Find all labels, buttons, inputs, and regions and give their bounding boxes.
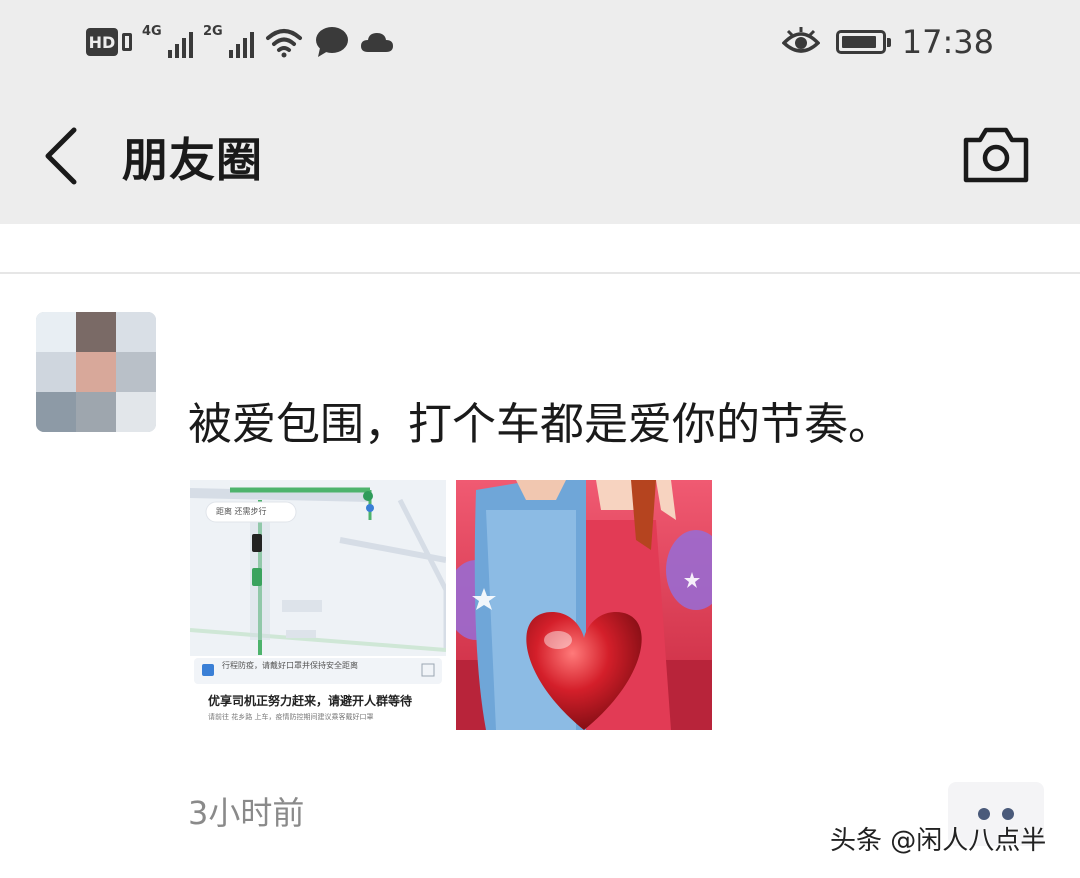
- cloud-icon: [361, 33, 393, 52]
- author-name[interactable]: [180, 320, 380, 376]
- post-image-map[interactable]: 距离 还需步行 行程防疫，请戴好口罩并保持安全距离 优享司机正努力赶来，请避开人…: [190, 480, 446, 730]
- camera-icon[interactable]: [960, 124, 1032, 186]
- post-time: 3小时前: [188, 794, 305, 832]
- post-text: 被爱包围，打个车都是爱你的节奏。: [188, 399, 892, 450]
- love-heart-illustration: [456, 480, 712, 730]
- section-divider: [0, 272, 1080, 274]
- status-left: HD 4G 2G: [86, 22, 394, 62]
- map-body: 请前往 花乡路 上车，疫情防控期间建议乘客戴好口罩: [208, 713, 374, 721]
- battery-icon: [835, 30, 891, 54]
- status-right: 17:38: [781, 22, 994, 62]
- moments-screen: HD 4G 2G 17:38 朋友圈 被爱包围，打个车都是爱你的节奏。 距离 还…: [0, 0, 1080, 878]
- author-avatar[interactable]: [36, 312, 156, 432]
- hd-sub-icon: [122, 33, 132, 51]
- map-pill-label: 距离 还需步行: [216, 507, 267, 516]
- watermark: 头条 @闲人八点半: [830, 826, 1047, 856]
- status-bar: HD 4G 2G 17:38: [0, 0, 1080, 84]
- chevron-left-icon[interactable]: [36, 120, 96, 192]
- battery-fill: [841, 36, 876, 48]
- network-type-1: 4G: [142, 24, 162, 39]
- map-headline: 优享司机正努力赶来，请避开人群等待: [208, 694, 413, 708]
- map-banner-text: 行程防疫，请戴好口罩并保持安全距离: [222, 661, 358, 670]
- page-title: 朋友圈: [122, 133, 263, 187]
- hd-icon: HD: [86, 28, 118, 56]
- nav-bar: 朋友圈: [0, 84, 1080, 224]
- post-image-love[interactable]: [456, 480, 712, 730]
- status-time: 17:38: [901, 23, 994, 61]
- signal-icon: 4G: [142, 24, 193, 58]
- signal-icon-2: 2G: [203, 24, 254, 58]
- message-icon: [316, 27, 348, 57]
- wifi-icon: [266, 29, 302, 58]
- eye-icon: [781, 27, 820, 53]
- network-type-2: 2G: [203, 24, 223, 39]
